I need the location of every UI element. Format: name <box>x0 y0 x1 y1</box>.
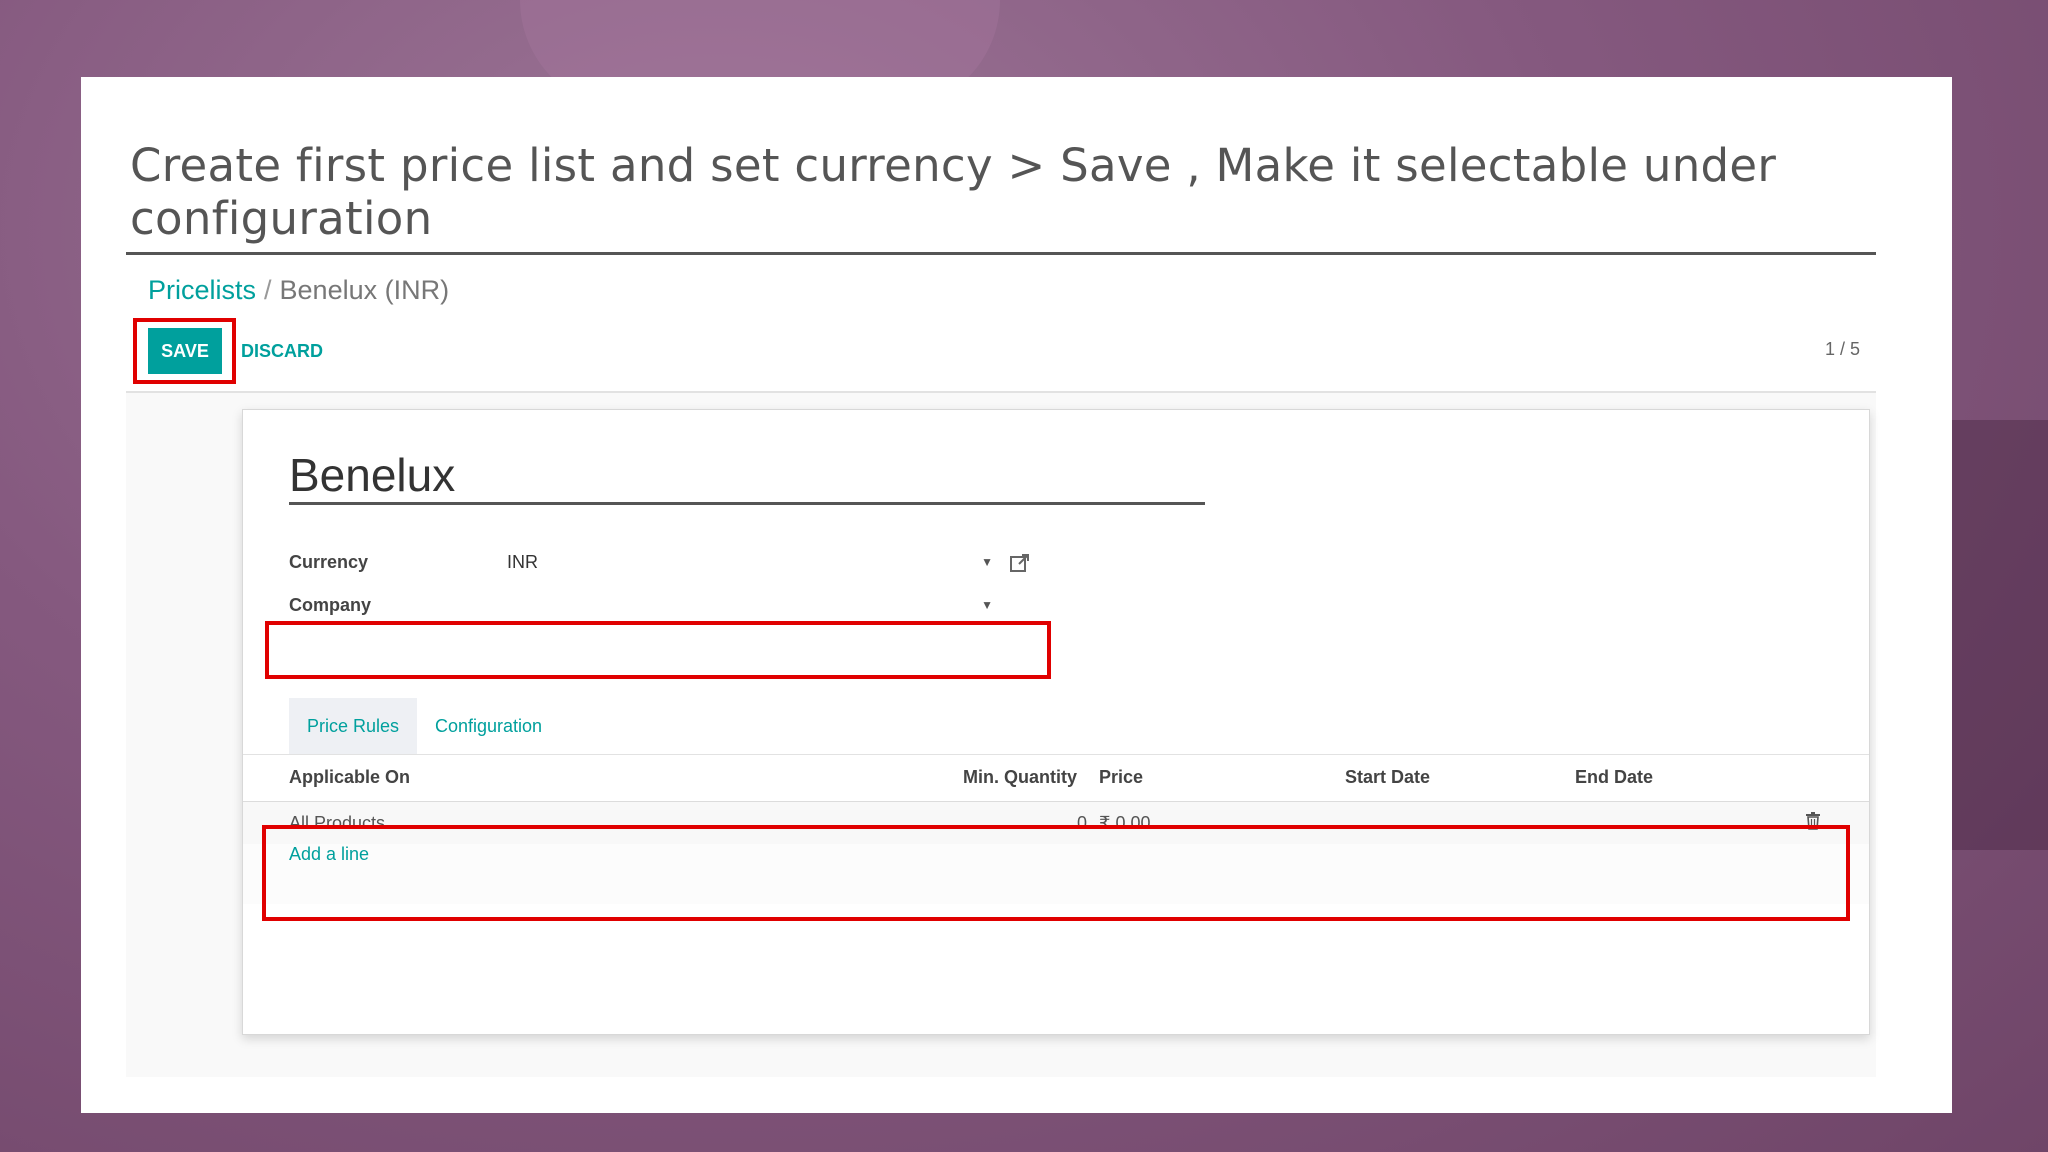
cell-min-quantity: 0 <box>1077 813 1088 833</box>
breadcrumb-current: Benelux (INR) <box>279 275 450 305</box>
add-line-link[interactable]: Add a line <box>289 844 369 865</box>
pricelist-name-field[interactable]: Benelux <box>289 448 1205 505</box>
currency-value: INR <box>507 552 538 572</box>
table-row[interactable]: All Products 0 ₹ 0.00 <box>243 802 1869 844</box>
currency-select[interactable]: INR ▼ <box>507 552 995 580</box>
slide-title: Create first price list and set currency… <box>130 139 1777 245</box>
chevron-down-icon[interactable]: ▼ <box>981 555 993 569</box>
chevron-down-icon[interactable]: ▼ <box>981 598 993 612</box>
tab-configuration[interactable]: Configuration <box>435 698 542 754</box>
odoo-form-view: Pricelists / Benelux (INR) SAVE DISCARD 1 … <box>126 252 1876 1077</box>
currency-label: Currency <box>289 552 369 572</box>
column-end-date[interactable]: End Date <box>1575 767 1653 788</box>
table-header: Applicable On Min. Quantity Price Start … <box>243 754 1869 803</box>
column-price[interactable]: Price <box>1099 767 1143 788</box>
column-start-date[interactable]: Start Date <box>1345 767 1430 788</box>
list-footer-area <box>243 844 1869 904</box>
trash-icon[interactable] <box>1805 812 1821 830</box>
cell-applicable-on: All Products <box>289 813 386 833</box>
control-panel: Pricelists / Benelux (INR) SAVE DISCARD 1 … <box>126 255 1876 393</box>
breadcrumb: Pricelists / Benelux (INR) <box>148 275 449 306</box>
breadcrumb-pricelists-link[interactable]: Pricelists <box>148 275 256 305</box>
breadcrumb-separator: / <box>264 275 272 305</box>
discard-button[interactable]: DISCARD <box>237 328 327 374</box>
pager-counter[interactable]: 1 / 5 <box>1825 339 1860 360</box>
column-min-quantity[interactable]: Min. Quantity <box>963 767 1077 788</box>
column-applicable-on[interactable]: Applicable On <box>289 767 410 788</box>
company-select[interactable]: ▼ <box>507 595 995 624</box>
company-label: Company <box>289 595 372 615</box>
form-sheet: Benelux Currency INR ▼ Company ▼ Price R… <box>242 409 1870 1035</box>
background-shape <box>1948 420 2048 850</box>
external-link-icon[interactable] <box>1009 552 1031 574</box>
tab-price-rules[interactable]: Price Rules <box>289 698 418 754</box>
cell-price: ₹ 0.00 <box>1099 813 1151 833</box>
save-button[interactable]: SAVE <box>148 328 222 374</box>
slide: Create first price list and set currency… <box>81 77 1952 1113</box>
